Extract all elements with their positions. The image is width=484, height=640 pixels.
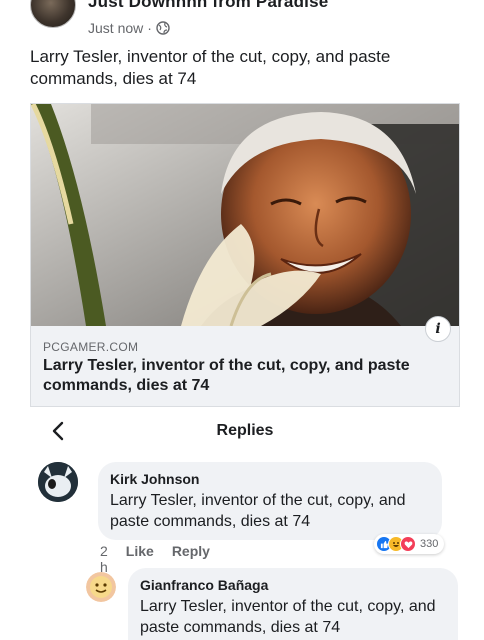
link-preview-image[interactable] [31,104,459,326]
link-title[interactable]: Larry Tesler, inventor of the cut, copy,… [43,356,443,396]
link-preview-card[interactable]: i PCGAMER.COM Larry Tesler, inventor of … [30,103,460,407]
reaction-summary[interactable]: 330 [374,534,445,554]
comment-text: Larry Tesler, inventor of the cut, copy,… [110,492,406,530]
love-reaction-icon [400,536,416,552]
post-text: Larry Tesler, inventor of the cut, copy,… [30,47,391,88]
replies-header: Replies [30,412,460,450]
comment-bubble: Gianfranco Bañaga Larry Tesler, inventor… [128,568,458,640]
post-header: Just Downnnn from Paradise Just now · [10,0,476,42]
post-meta: Just now · [88,20,170,36]
page-avatar[interactable] [30,0,76,28]
avatar[interactable] [86,572,116,602]
comment-text: Larry Tesler, inventor of the cut, copy,… [140,598,436,636]
reaction-count: 330 [420,538,439,550]
link-domain: PCGAMER.COM [43,340,139,354]
screenshot-frame: Just Downnnn from Paradise Just now · La… [10,0,476,640]
comment-time[interactable]: 2 h [100,543,108,575]
globe-icon [156,21,170,35]
comment-author[interactable]: Kirk Johnson [110,470,430,488]
meta-separator: · [147,20,152,36]
comment-author[interactable]: Gianfranco Bañaga [140,576,446,594]
post-time[interactable]: Just now [88,20,143,36]
portrait-photo [31,104,459,326]
page-name[interactable]: Just Downnnn from Paradise [88,0,328,12]
info-icon[interactable]: i [425,316,451,342]
replies-title: Replies [216,422,274,439]
avatar[interactable] [38,462,78,502]
comment-bubble: Kirk Johnson Larry Tesler, inventor of t… [98,462,442,540]
